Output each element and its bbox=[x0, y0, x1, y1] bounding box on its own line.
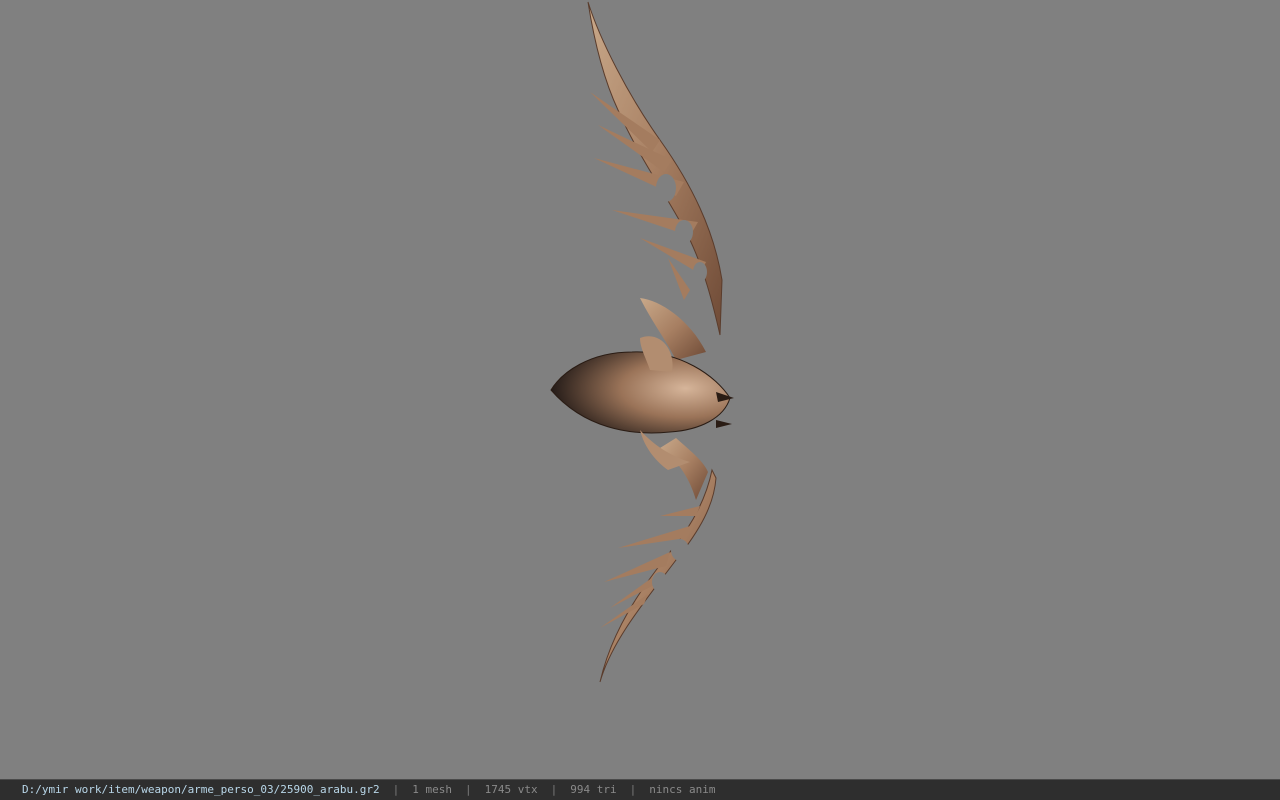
animation-status: nincs anim bbox=[649, 783, 716, 796]
file-path: D:/ymir work/item/weapon/arme_perso_03/2… bbox=[22, 783, 380, 796]
vertex-count: 1745 vtx bbox=[484, 783, 538, 796]
triangle-count: 994 tri bbox=[570, 783, 617, 796]
3d-viewport[interactable] bbox=[0, 0, 1280, 779]
bow-model bbox=[550, 1, 734, 683]
separator: | bbox=[629, 783, 637, 796]
mesh-count: 1 mesh bbox=[412, 783, 452, 796]
separator: | bbox=[392, 783, 400, 796]
separator: | bbox=[465, 783, 472, 796]
separator: | bbox=[550, 783, 558, 796]
status-bar: D:/ymir work/item/weapon/arme_perso_03/2… bbox=[0, 779, 1280, 800]
